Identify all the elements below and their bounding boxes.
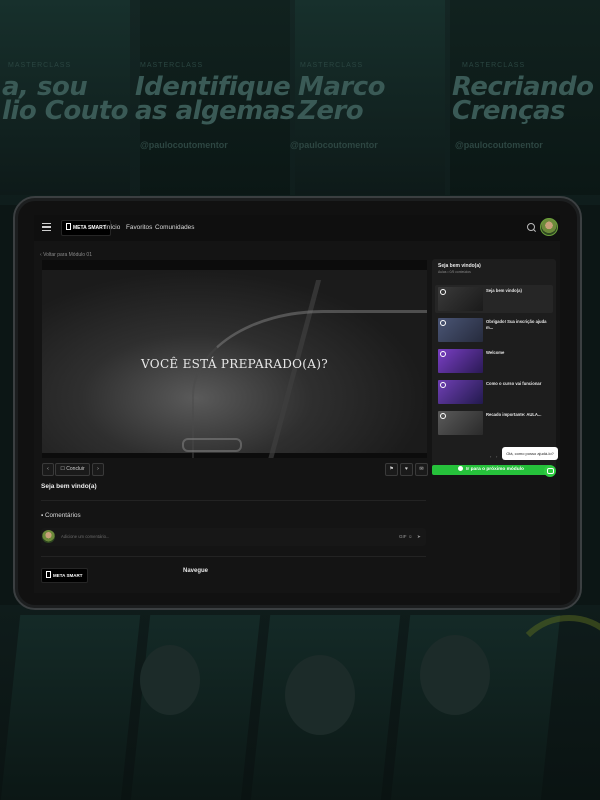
- menu-icon[interactable]: [42, 223, 51, 232]
- footer-navegue-heading: Navegue: [183, 568, 209, 574]
- lesson-thumbnail: [438, 349, 483, 373]
- comment-icon[interactable]: ✉: [415, 463, 428, 476]
- scroll-right-icon[interactable]: ›: [496, 454, 497, 459]
- lesson-thumbnail: [438, 411, 483, 435]
- completion-circle-icon: [440, 320, 446, 326]
- complete-button[interactable]: ☐ Concluir: [55, 463, 90, 476]
- banner-handle: @paulocoutomentor: [455, 140, 543, 150]
- playlist-item[interactable]: Recado importante: AULA...: [435, 409, 553, 437]
- next-module-button[interactable]: Ir para o próximo módulo: [432, 465, 550, 475]
- banner-handle: @paulocoutomentor: [290, 140, 378, 150]
- playlist-item-label: Welcome: [486, 350, 505, 355]
- top-nav: META SMART Início Favoritos Comunidades: [34, 215, 560, 241]
- comment-placeholder: Adicione um comentário...: [61, 534, 110, 539]
- portrait-image: [285, 655, 355, 735]
- completion-circle-icon: [440, 289, 446, 295]
- chat-support-button[interactable]: [544, 465, 556, 477]
- divider: [41, 500, 426, 501]
- scroll-left-icon[interactable]: ‹: [490, 454, 491, 459]
- car-handle-shape: [182, 438, 242, 452]
- lesson-playlist-panel: Seja bem vindo(a) Aulas • 0/5 conteúdos …: [432, 259, 556, 473]
- portrait-image: [140, 645, 200, 715]
- banner-tile: [0, 615, 141, 800]
- lesson-title: Seja bem vindo(a): [41, 483, 97, 490]
- playlist-item-label: Como o curso vai funcionar: [486, 381, 542, 386]
- playlist-item[interactable]: Obrigado! Sua inscrição ajuda m...: [435, 316, 553, 344]
- lesson-controls: ‹ ☐ Concluir › ⚑ ♥ ✉: [42, 463, 428, 476]
- send-icon[interactable]: ➤: [417, 534, 421, 540]
- video-caption: VOCÊ ESTÁ PREPARADO(A)?: [141, 357, 328, 371]
- portrait-image: [420, 635, 490, 715]
- panel-subtitle: Aulas • 0/5 conteúdos: [438, 270, 471, 274]
- banner-kicker: MASTERCLASS: [8, 62, 72, 69]
- nav-link-favoritos[interactable]: Favoritos: [126, 224, 152, 231]
- brand-logo[interactable]: META SMART: [61, 220, 111, 236]
- banner-kicker: MASTERCLASS: [300, 62, 364, 69]
- tablet-screen: META SMART Início Favoritos Comunidades …: [34, 215, 560, 593]
- chat-greeting-bubble[interactable]: Olá, como posso ajudá-lo?: [502, 447, 558, 460]
- playlist-item-label: Obrigado! Sua inscrição ajuda m...: [486, 319, 547, 330]
- playlist-item[interactable]: Seja bem vindo(a): [435, 285, 553, 313]
- nav-link-comunidades[interactable]: Comunidades: [155, 224, 194, 231]
- commenter-avatar: [42, 530, 55, 543]
- lesson-thumbnail: [438, 287, 483, 311]
- footer-brand-logo[interactable]: META SMART: [41, 568, 88, 583]
- banner-kicker: MASTERCLASS: [462, 62, 526, 69]
- breadcrumb-back-link[interactable]: ‹ Voltar para Módulo 01: [40, 252, 92, 258]
- divider: [41, 556, 426, 557]
- playlist-item-label: Seja bem vindo(a): [486, 288, 522, 293]
- nav-link-inicio[interactable]: Início: [105, 224, 120, 231]
- playlist-item[interactable]: Como o curso vai funcionar: [435, 378, 553, 406]
- flag-icon[interactable]: ⚑: [385, 463, 398, 476]
- banner-title: Identifique as algemas: [135, 72, 295, 126]
- lesson-thumbnail: [438, 318, 483, 342]
- completion-circle-icon: [440, 413, 446, 419]
- prev-lesson-button[interactable]: ‹: [42, 463, 54, 476]
- playlist-item[interactable]: Welcome: [435, 347, 553, 375]
- banner-handle: @paulocoutomentor: [140, 140, 228, 150]
- panel-title: Seja bem vindo(a): [438, 263, 481, 269]
- search-icon[interactable]: [527, 223, 535, 231]
- user-avatar[interactable]: [540, 218, 558, 236]
- comment-input[interactable]: Adicione um comentário... GIF ☺ ➤: [41, 528, 426, 546]
- banner-tile: [129, 615, 261, 800]
- background-banner-top: MASTERCLASS a, sou lio Couto MASTERCLASS …: [0, 0, 600, 205]
- like-icon[interactable]: ♥: [400, 463, 413, 476]
- tablet-device-frame: META SMART Início Favoritos Comunidades …: [13, 196, 582, 610]
- completion-circle-icon: [440, 351, 446, 357]
- car-window-shape: [192, 310, 427, 458]
- next-lesson-button[interactable]: ›: [92, 463, 104, 476]
- banner-title: Recriando Crenças: [452, 72, 594, 126]
- video-player[interactable]: VOCÊ ESTÁ PREPARADO(A)?: [42, 260, 427, 458]
- completion-circle-icon: [440, 382, 446, 388]
- play-icon: [458, 466, 464, 471]
- banner-title: Marco Zero: [298, 72, 386, 126]
- gif-button[interactable]: GIF: [399, 534, 407, 539]
- banner-title: a, sou lio Couto: [2, 72, 128, 126]
- emoji-icon[interactable]: ☺: [408, 534, 413, 539]
- background-banner-bottom: [0, 605, 600, 800]
- lesson-thumbnail: [438, 380, 483, 404]
- banner-kicker: MASTERCLASS: [140, 62, 204, 69]
- comments-heading: ▪ Comentários: [41, 512, 81, 519]
- playlist-item-label: Recado importante: AULA...: [486, 412, 542, 417]
